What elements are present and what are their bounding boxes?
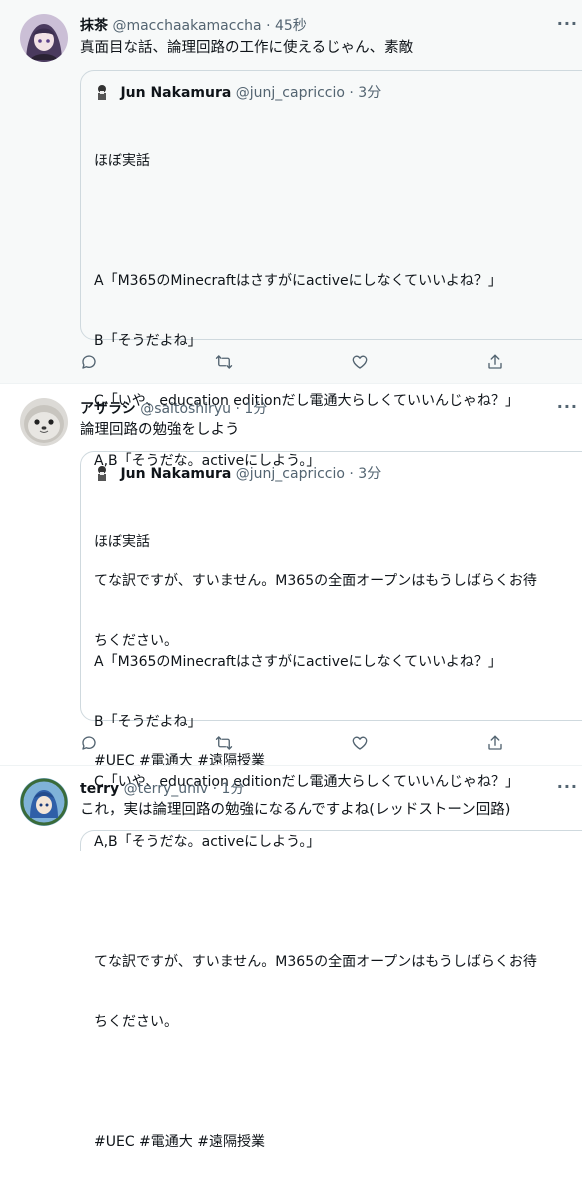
quoted-avatar [98,466,106,481]
reply-icon[interactable] [80,734,100,754]
share-icon[interactable] [486,353,506,373]
quoted-line: A「M365のMinecraftはさすがにactiveにしなくていいよね？」 [94,654,502,670]
avatar-image [20,398,68,446]
tweet[interactable]: 抹茶 @macchaakamaccha · 45秒 ··· 真面目な話、論理回路… [0,0,582,769]
reply-icon[interactable] [80,353,100,373]
tweet[interactable]: terry @terry_univ · 1分 ··· これ，実は論理回路の勉強に… [0,766,582,851]
quoted-line: てな訳ですが、すいません。M365の全面オープンはもうしばらくお待 [94,954,537,970]
quoted-tweet-header: Jun Nakamura @junj_capriccio · 3分 [93,83,381,102]
tweet-header: 抹茶 @macchaakamaccha · 45秒 [80,17,307,35]
more-horizontal-icon[interactable]: ··· [557,777,578,796]
avatar-image [20,14,68,62]
timeline-feed: 抹茶 @macchaakamaccha · 45秒 ··· 真面目な話、論理回路… [0,0,582,1150]
quoted-tweet[interactable] [80,830,582,851]
user-handle[interactable]: @terry_univ [124,781,209,797]
avatar-image [20,778,68,826]
more-horizontal-icon[interactable]: ··· [557,14,578,33]
user-handle[interactable]: @macchaakamaccha [112,18,261,34]
tweet-text: 真面目な話、論理回路の工作に使えるじゃん、素敵 [80,40,414,56]
quoted-avatar [98,85,106,100]
display-name[interactable]: 抹茶 [80,18,108,34]
quoted-line: A「M365のMinecraftはさすがにactiveにしなくていいよね？」 [94,273,502,289]
timestamp[interactable]: · 1分 [213,781,245,797]
display-name[interactable]: terry [80,781,119,797]
avatar[interactable] [20,14,68,62]
quoted-line: ちください。 [94,1014,178,1030]
avatar[interactable] [20,778,68,826]
tweet-header: アザラシ @saitoshiryu · 1分 [80,400,267,418]
tweet-actions [80,734,502,754]
quoted-line: ほぼ実話 [94,534,150,550]
quoted-display-name: Jun Nakamura [120,466,232,482]
quoted-line [94,592,582,612]
quoted-line [94,211,582,231]
avatar[interactable] [20,398,68,446]
quoted-line [94,892,582,912]
more-horizontal-icon[interactable]: ··· [557,397,578,416]
quoted-line [94,1072,582,1092]
quoted-tweet[interactable]: Jun Nakamura @junj_capriccio · 3分 ほぼ実話 A… [80,70,582,769]
like-icon[interactable] [351,353,371,373]
tweet-text: 論理回路の勉強をしよう [80,422,240,438]
quoted-user-handle: @junj_capriccio [235,466,345,482]
tweet-header: terry @terry_univ · 1分 [80,780,244,798]
retweet-icon[interactable] [215,353,235,373]
quoted-display-name: Jun Nakamura [120,85,232,101]
retweet-icon[interactable] [215,734,235,754]
timestamp[interactable]: · 1分 [235,401,267,417]
tweet-text: これ，実は論理回路の勉強になるんですよね(レッドストーン回路) [80,802,511,818]
quoted-line: B「そうだよね」 [94,714,202,730]
display-name[interactable]: アザラシ [80,401,136,417]
quoted-user-handle: @junj_capriccio [235,85,345,101]
quoted-timestamp: · 3分 [349,85,382,101]
user-handle[interactable]: @saitoshiryu [140,401,231,417]
tweet-actions [80,353,502,373]
like-icon[interactable] [351,734,371,754]
share-icon[interactable] [486,734,506,754]
quoted-tweet-header: Jun Nakamura @junj_capriccio · 3分 [93,464,381,483]
quoted-line: #UEC #電通大 #遠隔授業 [94,1134,265,1150]
quoted-line: ほぼ実話 [94,153,150,169]
tweet[interactable]: アザラシ @saitoshiryu · 1分 ··· 論理回路の勉強をしよう J… [0,384,582,1150]
quoted-timestamp: · 3分 [349,466,382,482]
timestamp[interactable]: · 45秒 [266,18,307,34]
quoted-line: B「そうだよね」 [94,333,202,349]
quoted-tweet[interactable]: Jun Nakamura @junj_capriccio · 3分 ほぼ実話 A… [80,451,582,1150]
